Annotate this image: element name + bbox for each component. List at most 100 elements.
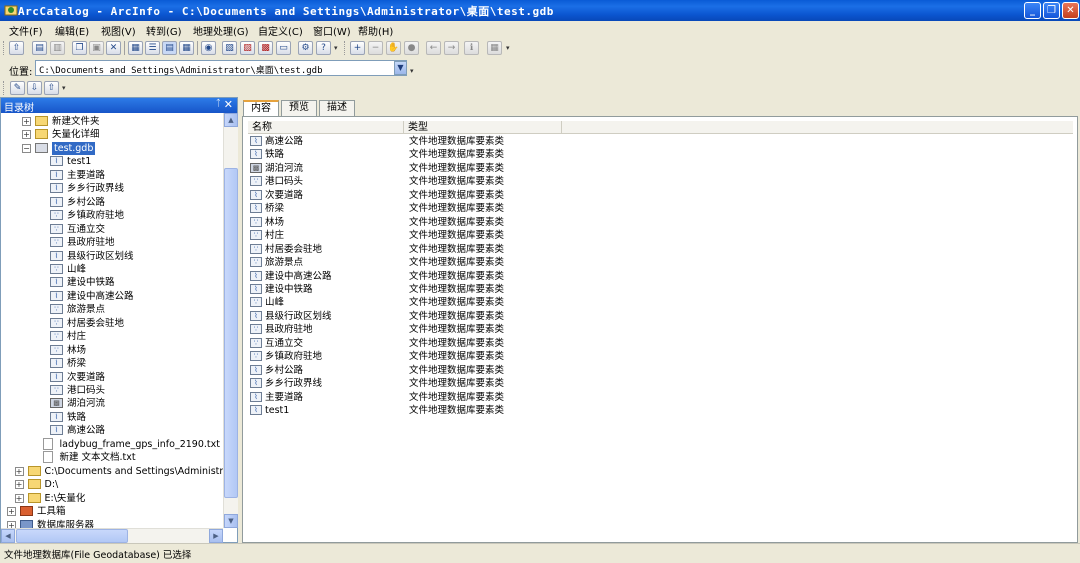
forward-icon[interactable]: →: [444, 41, 459, 55]
connect-folder-icon[interactable]: ▤: [32, 41, 47, 55]
toolbox-icon[interactable]: ▧: [222, 41, 237, 55]
list-item[interactable]: ⌇ 建设中铁路 文件地理数据库要素类: [248, 283, 648, 296]
menu-window[interactable]: 窗口(W): [313, 23, 351, 38]
tree-item[interactable]: ⌇ 次要道路: [1, 371, 223, 384]
list-item[interactable]: ⌇ 县级行政区划线 文件地理数据库要素类: [248, 310, 648, 323]
list-item[interactable]: ∵ 村庄 文件地理数据库要素类: [248, 229, 648, 242]
tree-item[interactable]: ∵ 村庄: [1, 330, 223, 343]
scroll-thumb[interactable]: [16, 529, 128, 543]
pin-icon[interactable]: ᛏ: [216, 99, 221, 109]
list-item[interactable]: ⌇ 建设中高速公路 文件地理数据库要素类: [248, 270, 648, 283]
search-icon[interactable]: ◉: [201, 41, 216, 55]
delete-icon[interactable]: ✕: [106, 41, 121, 55]
identify-icon[interactable]: ℹ: [464, 41, 479, 55]
large-icons-icon[interactable]: ▦: [128, 41, 143, 55]
tree-item[interactable]: + C:\Documents and Settings\Administra: [1, 465, 223, 478]
tree-item[interactable]: ∵ 林场: [1, 344, 223, 357]
list-item[interactable]: ▩ 湖泊河流 文件地理数据库要素类: [248, 162, 648, 175]
list-item[interactable]: ∵ 村居委会驻地 文件地理数据库要素类: [248, 243, 648, 256]
import-metadata-icon[interactable]: ⇩: [27, 81, 42, 95]
tree-item[interactable]: + 新建文件夹: [1, 115, 223, 128]
scroll-left-icon[interactable]: ◀: [1, 529, 15, 543]
back-icon[interactable]: ←: [426, 41, 441, 55]
close-button[interactable]: ✕: [1062, 2, 1079, 19]
menu-file[interactable]: 文件(F): [9, 23, 43, 38]
tree-item[interactable]: ladybug_frame_gps_info_2190.txt: [1, 437, 223, 451]
tree-item[interactable]: ∵ 旅游景点: [1, 303, 223, 316]
column-header-name[interactable]: 名称: [248, 121, 404, 134]
list-item[interactable]: ∵ 港口码头 文件地理数据库要素类: [248, 175, 648, 188]
list-item[interactable]: ∵ 互通立交 文件地理数据库要素类: [248, 337, 648, 350]
details-view-icon[interactable]: ▤: [162, 41, 177, 55]
tree-item[interactable]: ∵ 互通立交: [1, 223, 223, 236]
location-dropdown-icon[interactable]: ▼: [394, 61, 407, 75]
location-input[interactable]: C:\Documents and Settings\Administrator\…: [35, 60, 407, 76]
edit-metadata-icon[interactable]: ✎: [10, 81, 25, 95]
expand-icon[interactable]: +: [14, 493, 24, 503]
tab-preview[interactable]: 预览: [281, 100, 317, 116]
maximize-button[interactable]: ❐: [1043, 2, 1060, 19]
expand-icon[interactable]: +: [14, 480, 24, 490]
tree-item[interactable]: + E:\矢量化: [1, 492, 223, 505]
collapse-icon[interactable]: −: [22, 143, 31, 153]
tree-item[interactable]: + 矢量化详细: [1, 128, 223, 141]
tree-item[interactable]: ⌇ 主要道路: [1, 169, 223, 182]
expand-icon[interactable]: +: [22, 117, 31, 126]
tree-item[interactable]: ⌇ 县级行政区划线: [1, 250, 223, 263]
model-builder-icon[interactable]: ⚙: [298, 41, 313, 55]
command-line-icon[interactable]: ▭: [276, 41, 291, 55]
menu-goto[interactable]: 转到(G): [146, 23, 182, 38]
list-item[interactable]: ∵ 山峰 文件地理数据库要素类: [248, 296, 648, 309]
toolbar-grip[interactable]: [3, 41, 6, 55]
location-toolbar-overflow-icon[interactable]: ▾: [410, 68, 416, 75]
paste-icon[interactable]: ▣: [89, 41, 104, 55]
close-panel-icon[interactable]: ✕: [224, 98, 233, 111]
expand-icon[interactable]: +: [22, 130, 31, 140]
list-item[interactable]: ⌇ 次要道路 文件地理数据库要素类: [248, 189, 648, 202]
full-extent-icon[interactable]: ●: [404, 41, 419, 55]
list-item[interactable]: ⌇ 高速公路 文件地理数据库要素类: [248, 135, 648, 148]
tree-item[interactable]: ⌇ test1: [1, 155, 223, 168]
whats-this-icon[interactable]: ?: [316, 41, 331, 55]
tree-item[interactable]: + 数据库服务器: [1, 519, 223, 528]
list-item[interactable]: ⌇ test1 文件地理数据库要素类: [248, 404, 648, 417]
menu-edit[interactable]: 编辑(E): [55, 23, 89, 38]
tree-item[interactable]: 新建 文本文档.txt: [1, 451, 223, 464]
tree-item[interactable]: − test.gdb: [1, 141, 223, 155]
expand-icon[interactable]: +: [7, 507, 16, 517]
export-metadata-icon[interactable]: ⇧: [44, 81, 59, 95]
menu-geoprocessing[interactable]: 地理处理(G): [193, 23, 249, 38]
tree-vertical-scrollbar[interactable]: ▲ ▼: [223, 113, 238, 528]
thumbnails-icon[interactable]: ▦: [179, 41, 194, 55]
up-one-level-icon[interactable]: ⇧: [9, 41, 24, 55]
scroll-up-icon[interactable]: ▲: [224, 113, 238, 127]
column-header-type[interactable]: 类型: [404, 121, 562, 134]
tree-horizontal-scrollbar[interactable]: ◀ ▶: [1, 528, 223, 543]
tree-item[interactable]: ▩ 湖泊河流: [1, 397, 223, 410]
menu-view[interactable]: 视图(V): [101, 23, 136, 38]
tree-item[interactable]: ∵ 港口码头: [1, 384, 223, 397]
tab-description[interactable]: 描述: [319, 100, 355, 116]
list-item[interactable]: ∵ 乡镇政府驻地 文件地理数据库要素类: [248, 350, 648, 363]
zoom-in-icon[interactable]: +: [350, 41, 365, 55]
tree-item[interactable]: ∵ 村居委会驻地: [1, 317, 223, 330]
toolbar-overflow-icon[interactable]: ▾: [62, 85, 68, 92]
tree-item[interactable]: ⌇ 建设中高速公路: [1, 290, 223, 303]
menu-customize[interactable]: 自定义(C): [258, 23, 303, 38]
copy-icon[interactable]: ❐: [72, 41, 87, 55]
tree-item[interactable]: ⌇ 乡村公路: [1, 196, 223, 209]
zoom-out-icon[interactable]: −: [368, 41, 383, 55]
tree-item[interactable]: ⌇ 铁路: [1, 411, 223, 424]
generate-thumbnail-icon[interactable]: ▦: [487, 41, 502, 55]
tree-item[interactable]: ⌇ 建设中铁路: [1, 276, 223, 289]
menu-help[interactable]: 帮助(H): [358, 23, 393, 38]
tree-item[interactable]: ∵ 县政府驻地: [1, 236, 223, 249]
toolbar-grip[interactable]: [3, 81, 6, 95]
toolbar-overflow-icon[interactable]: ▾: [506, 45, 512, 52]
expand-icon[interactable]: +: [7, 520, 16, 528]
tree-item[interactable]: + 工具箱: [1, 505, 223, 518]
arccatalog-app-icon[interactable]: [4, 3, 18, 17]
list-item[interactable]: ⌇ 桥梁 文件地理数据库要素类: [248, 202, 648, 215]
tree-item[interactable]: + D:\: [1, 478, 223, 491]
tree-item[interactable]: ⌇ 桥梁: [1, 357, 223, 370]
